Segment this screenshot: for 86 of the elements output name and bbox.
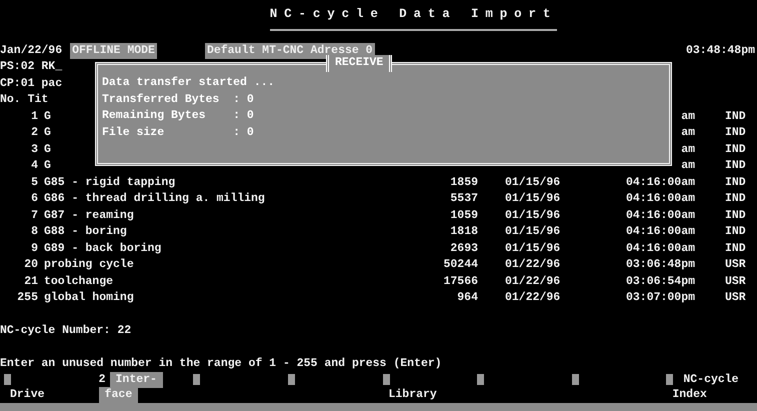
- file-time: 04:16:00am: [624, 208, 696, 224]
- cycle-type: USR: [724, 274, 747, 290]
- info-text: CP:01 pac: [0, 76, 62, 90]
- file-date: 01/15/96: [504, 208, 562, 224]
- key-number: 2: [98, 372, 106, 388]
- cycle-title: G: [44, 158, 51, 174]
- file-size: 17566: [442, 274, 478, 290]
- row-number: 3: [30, 142, 38, 158]
- file-time: 04:16:00am: [624, 174, 696, 190]
- key-marker-icon: [382, 374, 390, 386]
- file-time: 03:06:48pm: [624, 257, 696, 273]
- cycle-title: G86 - thread drilling a. milling: [44, 191, 265, 207]
- row-number: 4: [30, 158, 38, 174]
- file-time: am: [680, 142, 696, 158]
- file-date: 01/15/96: [504, 224, 562, 240]
- transfer-status-text: Remaining Bytes : 0: [102, 109, 254, 122]
- cycle-title: G85 - rigid tapping: [44, 174, 176, 190]
- cycle-type: IND: [724, 208, 747, 224]
- cycle-type: IND: [724, 142, 747, 158]
- key-marker-icon: [666, 374, 674, 386]
- cycle-type: USR: [724, 257, 747, 273]
- file-size: 2693: [449, 240, 478, 256]
- row-number: 9: [30, 240, 38, 256]
- file-size: 5537: [449, 191, 478, 207]
- clock-text: 03:48:48pm: [686, 42, 755, 58]
- cycle-type: IND: [724, 240, 747, 256]
- function-key[interactable]: Drive: [4, 387, 51, 404]
- cycle-type: IND: [724, 158, 747, 174]
- file-size: 50244: [442, 257, 478, 273]
- file-date: 01/22/96: [504, 274, 562, 290]
- row-number: 2: [30, 125, 38, 141]
- file-date: 01/22/96: [504, 290, 562, 306]
- file-time: 03:07:00pm: [624, 290, 696, 306]
- transfer-status-text: File size : 0: [102, 126, 254, 138]
- dialog-title: RECEIVE: [326, 55, 392, 72]
- file-time: 04:16:00am: [624, 224, 696, 240]
- file-date: 01/15/96: [504, 191, 562, 207]
- file-date: 01/22/96: [504, 257, 562, 273]
- cycle-type: USR: [724, 290, 747, 306]
- file-time: 04:16:00am: [624, 191, 696, 207]
- cycle-title: G89 - back boring: [44, 240, 162, 256]
- file-size: 1818: [449, 224, 478, 240]
- cycle-title: G: [44, 125, 51, 141]
- function-key[interactable]: Index: [666, 387, 713, 404]
- row-number: 6: [30, 191, 38, 207]
- cycle-title: G: [44, 108, 51, 124]
- cycle-title: G: [44, 142, 51, 158]
- file-time: am: [680, 125, 696, 141]
- cycle-title: toolchange: [44, 274, 114, 290]
- file-time: 04:16:00am: [624, 240, 696, 256]
- cycle-type: IND: [724, 191, 747, 207]
- file-date: 01/15/96: [504, 240, 562, 256]
- cycle-type: IND: [724, 108, 747, 124]
- cycle-type: IND: [724, 224, 747, 240]
- file-size: 1859: [449, 174, 478, 190]
- transfer-status-text: Data transfer started ...: [102, 76, 275, 89]
- function-key[interactable]: NC-cycle: [677, 372, 745, 388]
- instruction-text: Enter an unused number in the range of 1 - 255 and press (Enter): [0, 356, 442, 370]
- file-size: 964: [456, 290, 478, 306]
- file-time: am: [680, 158, 696, 174]
- row-number: 20: [23, 257, 38, 273]
- file-time: am: [680, 108, 696, 124]
- screen-title: NC-cycle Data Import: [270, 6, 558, 30]
- number-prompt: NC-cycle Number: 22: [0, 324, 132, 337]
- info-text: PS:02 RK_: [0, 60, 62, 73]
- row-number: 5: [30, 174, 38, 190]
- row-number: 1: [30, 108, 38, 124]
- cycle-title: global homing: [44, 290, 134, 306]
- info-text: No. Tit: [0, 93, 48, 106]
- cycle-title: G87 - reaming: [44, 208, 134, 224]
- function-key[interactable]: Library: [382, 387, 443, 404]
- file-size: 1059: [449, 208, 478, 224]
- key-marker-icon: [4, 374, 11, 386]
- row-number: 8: [30, 224, 38, 240]
- row-number: 7: [30, 208, 38, 224]
- cycle-title: probing cycle: [44, 257, 134, 273]
- cycle-type: IND: [724, 174, 747, 190]
- cycle-title: G88 - boring: [44, 224, 127, 240]
- row-number: 21: [23, 274, 38, 290]
- file-time: 03:06:54pm: [624, 274, 696, 290]
- row-number: 255: [16, 290, 38, 306]
- file-date: 01/15/96: [504, 174, 562, 190]
- mode-indicator: OFFLINE MODE: [70, 42, 157, 59]
- cycle-type: IND: [724, 125, 747, 141]
- date-text: Jan/22/96: [0, 42, 62, 58]
- transfer-status-text: Transferred Bytes : 0: [102, 92, 254, 106]
